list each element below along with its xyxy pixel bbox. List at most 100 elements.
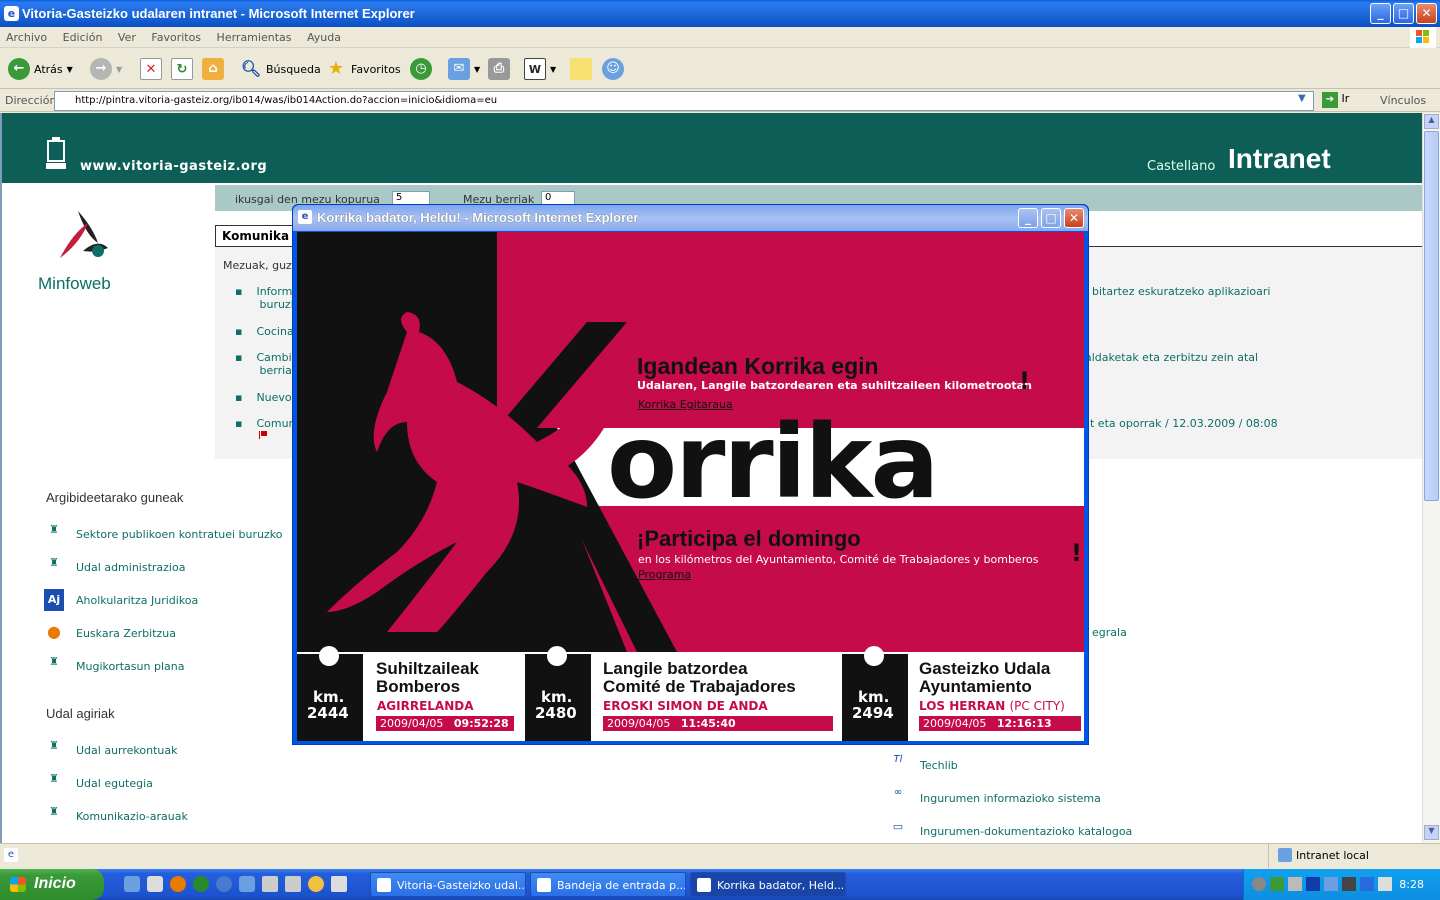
link-label[interactable]: Techlib (920, 759, 958, 772)
folder-icon[interactable] (331, 876, 347, 892)
window-titlebar[interactable]: e Vitoria-Gasteizko udalaren intranet - … (0, 0, 1440, 27)
forward-button[interactable]: → ▼ (90, 57, 122, 81)
start-button[interactable]: Inicio (0, 869, 104, 900)
scroll-up-icon[interactable]: ▲ (1424, 114, 1439, 129)
popup-minimize-button[interactable]: _ (1018, 208, 1038, 228)
history-button[interactable]: ◷ (410, 57, 432, 81)
link-label[interactable]: Ingurumen-dokumentazioko katalogoa (920, 825, 1132, 838)
clock[interactable]: 8:28 (1399, 878, 1424, 891)
link-label[interactable]: Aholkularitza Juridikoa (76, 594, 198, 607)
stop-button[interactable]: ✕ (140, 57, 162, 81)
taskbar-item[interactable]: Vitoria-Gasteizko udal... (370, 872, 526, 897)
list-item[interactable]: ▪ Comun (235, 417, 296, 430)
message-text-continued[interactable]: bitartez eskuratzeko aplikazioari (1092, 285, 1270, 298)
discuss-button[interactable] (570, 57, 592, 81)
sidebar-link[interactable]: ♜ Komunikazio-arauak (44, 805, 188, 827)
message-text[interactable]: Cocina (256, 325, 293, 338)
network-icon[interactable] (216, 876, 232, 892)
tray-icon[interactable] (1306, 877, 1320, 891)
menu-ayuda[interactable]: Ayuda (301, 27, 347, 48)
menu-ver[interactable]: Ver (112, 27, 142, 48)
message-text[interactable]: Inform (256, 285, 292, 298)
doc-icon[interactable] (285, 876, 301, 892)
list-item[interactable]: ▪ Cocina (235, 325, 294, 338)
go-button[interactable]: ➔ Ir (1322, 92, 1349, 108)
app-name[interactable]: Minfoweb (38, 274, 111, 294)
sidebar-link[interactable]: ♜ Udal administrazioa (44, 556, 185, 578)
link-label[interactable]: Komunikazio-arauak (76, 810, 188, 823)
popup-maximize-button[interactable]: □ (1041, 208, 1061, 228)
shield-icon[interactable] (1360, 877, 1374, 891)
vertical-scrollbar[interactable]: ▲ ▼ (1422, 113, 1440, 843)
program-link-es[interactable]: Programa (638, 568, 691, 581)
sidebar-link[interactable]: ♜ Mugikortasun plana (44, 655, 184, 677)
ie-icon[interactable] (124, 876, 140, 892)
mail-button[interactable]: ✉ ▼ (448, 57, 480, 81)
sidebar-link[interactable]: ▭ Ingurumen-dokumentazioko katalogoa (888, 820, 1133, 842)
message-text[interactable]: Cambi (256, 351, 291, 364)
sidebar-link[interactable]: Tl Techlib (888, 754, 958, 776)
favorites-button[interactable]: ★ Favoritos (325, 57, 401, 81)
menu-archivo[interactable]: Archivo (0, 27, 53, 48)
taskbar-item[interactable]: Bandeja de entrada p... (530, 872, 686, 897)
sidebar-link[interactable]: ∞ Ingurumen informazioko sistema (888, 787, 1101, 809)
site-url[interactable]: www.vitoria-gasteiz.org (80, 159, 267, 174)
app-icon[interactable] (147, 876, 163, 892)
tool-icon[interactable] (262, 876, 278, 892)
refresh-button[interactable]: ↻ (171, 57, 193, 81)
menu-favoritos[interactable]: Favoritos (145, 27, 207, 48)
home-button[interactable]: ⌂ (202, 57, 224, 81)
message-text-continued[interactable]: aldaketak eta zerbitzu zein atal (1085, 351, 1258, 364)
scroll-thumb[interactable] (1424, 131, 1439, 501)
messenger-button[interactable]: ☺ (602, 57, 624, 81)
link-label[interactable]: Ingurumen informazioko sistema (920, 792, 1101, 805)
back-button[interactable]: ← Atrás ▼ (8, 57, 73, 81)
globe-icon[interactable] (193, 876, 209, 892)
link-label[interactable]: Euskara Zerbitzua (76, 627, 176, 640)
popup-close-button[interactable]: ✕ (1064, 208, 1084, 228)
close-button[interactable]: ✕ (1416, 3, 1437, 24)
sidebar-link[interactable]: ♜ Udal aurrekontuak (44, 739, 178, 761)
language-link[interactable]: Castellano (1147, 159, 1215, 174)
popup-titlebar[interactable]: e Korrika badator, Heldu! - Microsoft In… (293, 205, 1088, 231)
tray-icon[interactable] (1270, 877, 1284, 891)
address-dropdown-icon[interactable]: ▼ (1298, 93, 1306, 104)
links-toolbar[interactable]: Vínculos (1380, 94, 1426, 107)
message-text[interactable]: berrial (259, 364, 294, 377)
tray-icon[interactable] (1252, 877, 1266, 891)
tray-icon[interactable] (1288, 877, 1302, 891)
list-item[interactable]: ▪ Nuevo (235, 391, 292, 404)
list-item[interactable]: ▪ Inform buruzk (235, 285, 297, 311)
link-label[interactable]: Sektore publikoen kontratuei buruzko (76, 528, 283, 541)
sidebar-link[interactable]: ♜ Udal egutegia (44, 772, 153, 794)
tray-icon[interactable] (1342, 877, 1356, 891)
menu-herramientas[interactable]: Herramientas (211, 27, 298, 48)
popup-window[interactable]: e Korrika badator, Heldu! - Microsoft In… (292, 204, 1089, 745)
menu-edicion[interactable]: Edición (57, 27, 109, 48)
tray-icon[interactable] (1378, 877, 1392, 891)
scroll-down-icon[interactable]: ▼ (1424, 825, 1439, 840)
edit-button[interactable]: W ▼ (524, 57, 556, 81)
link-label[interactable]: egrala (1092, 626, 1127, 639)
link-label[interactable]: Udal administrazioa (76, 561, 185, 574)
link-label[interactable]: Mugikortasun plana (76, 660, 184, 673)
maximize-button[interactable]: □ (1393, 3, 1414, 24)
print-button[interactable]: ⎙ (488, 57, 510, 81)
media-icon[interactable] (308, 876, 324, 892)
message-text[interactable]: Comun (256, 417, 295, 430)
list-item[interactable]: ▪ Cambi berrial (235, 351, 295, 377)
link-label[interactable]: Udal egutegia (76, 777, 153, 790)
link-label[interactable]: Udal aurrekontuak (76, 744, 178, 757)
message-text[interactable]: Nuevo (256, 391, 291, 404)
address-input[interactable]: http://pintra.vitoria-gasteiz.org/ib014/… (54, 91, 1314, 111)
search-button[interactable]: 🔍︎ Búsqueda (240, 57, 321, 81)
firefox-icon[interactable] (170, 876, 186, 892)
sidebar-link[interactable]: ● Euskara Zerbitzua (44, 622, 176, 644)
tray-icon[interactable] (1324, 877, 1338, 891)
taskbar-item-active[interactable]: Korrika badator, Held... (690, 872, 846, 897)
ie-icon[interactable] (239, 876, 255, 892)
message-text-continued[interactable]: t eta oporrak / 12.03.2009 / 08:08 (1090, 417, 1278, 430)
minimize-button[interactable]: _ (1370, 3, 1391, 24)
sidebar-link[interactable]: Aj Aholkularitza Juridikoa (44, 589, 198, 611)
sidebar-link[interactable]: ♜ Sektore publikoen kontratuei buruzko (44, 523, 283, 545)
